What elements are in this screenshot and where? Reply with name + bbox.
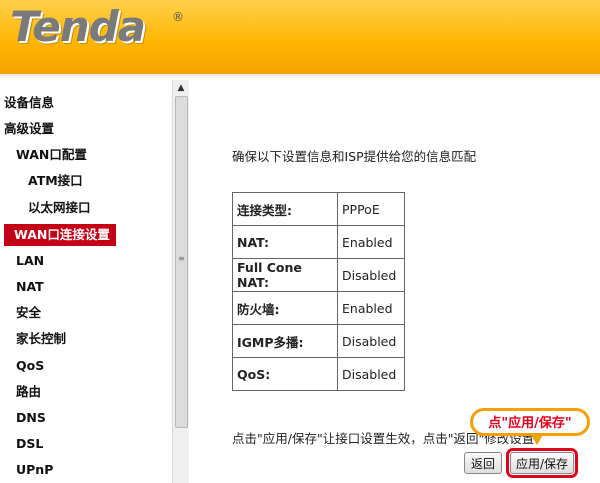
sidebar-item-ethernet-interface[interactable]: 以太网接口 [28, 197, 91, 219]
sidebar-menu: 设备信息 高级设置 WAN口配置 ATM接口 以太网接口 WAN口连接设置 LA… [0, 80, 173, 483]
row-label: Full Cone NAT: [232, 258, 338, 292]
sidebar-item-advanced-settings[interactable]: 高级设置 [4, 118, 54, 140]
sidebar-item-device-info[interactable]: 设备信息 [4, 92, 54, 114]
grip-icon: ≡ [178, 254, 185, 263]
table-row: Full Cone NAT: Disabled [232, 258, 405, 292]
header-banner: Tenda ® [0, 0, 600, 74]
sidebar-item-security[interactable]: 安全 [16, 302, 41, 324]
row-value: Disabled [337, 357, 405, 391]
row-value: Enabled [337, 291, 405, 325]
sidebar-item-wan-config[interactable]: WAN口配置 [16, 144, 87, 166]
sidebar-item-atm-interface[interactable]: ATM接口 [28, 170, 83, 192]
sidebar-scrollbar[interactable]: ▲ ≡ [172, 80, 189, 483]
table-row: 连接类型: PPPoE [232, 192, 405, 226]
row-label: 连接类型: [232, 192, 338, 226]
table-row: NAT: Enabled [232, 225, 405, 259]
table-row: 防火墙: Enabled [232, 291, 405, 325]
row-value: Disabled [337, 324, 405, 358]
tutorial-callout: 点"应用/保存" [470, 408, 590, 436]
connection-summary-table: 连接类型: PPPoE NAT: Enabled Full Cone NAT: … [232, 192, 405, 391]
sidebar-item-dns[interactable]: DNS [16, 407, 46, 429]
sidebar-item-wan-connection[interactable]: WAN口连接设置 [4, 224, 116, 246]
table-row: IGMP多播: Disabled [232, 324, 405, 358]
row-label: NAT: [232, 225, 338, 259]
tenda-logo: Tenda [10, 2, 146, 51]
callout-pointer [530, 433, 544, 445]
row-label: QoS: [232, 357, 338, 391]
confirmation-instructions: 确保以下设置信息和ISP提供给您的信息匹配 [232, 149, 477, 164]
scroll-up-arrow-icon[interactable]: ▲ [173, 80, 189, 96]
registered-mark: ® [172, 10, 184, 24]
sidebar-item-nat[interactable]: NAT [16, 276, 44, 298]
sidebar-item-parental-control[interactable]: 家长控制 [16, 328, 66, 350]
row-value: PPPoE [337, 192, 405, 226]
sidebar-item-lan[interactable]: LAN [16, 250, 44, 272]
row-value: Disabled [337, 258, 405, 292]
sidebar-item-upnp[interactable]: UPnP [16, 459, 53, 481]
row-value: Enabled [337, 225, 405, 259]
scrollbar-thumb[interactable]: ≡ [175, 96, 188, 428]
back-button[interactable]: 返回 [464, 452, 502, 474]
apply-save-button[interactable]: 应用/保存 [506, 448, 578, 478]
row-label: 防火墙: [232, 291, 338, 325]
row-label: IGMP多播: [232, 324, 338, 358]
sidebar-item-qos[interactable]: QoS [16, 355, 44, 377]
sidebar-item-dsl[interactable]: DSL [16, 433, 43, 455]
table-row: QoS: Disabled [232, 357, 405, 391]
sidebar-item-routing[interactable]: 路由 [16, 381, 41, 403]
